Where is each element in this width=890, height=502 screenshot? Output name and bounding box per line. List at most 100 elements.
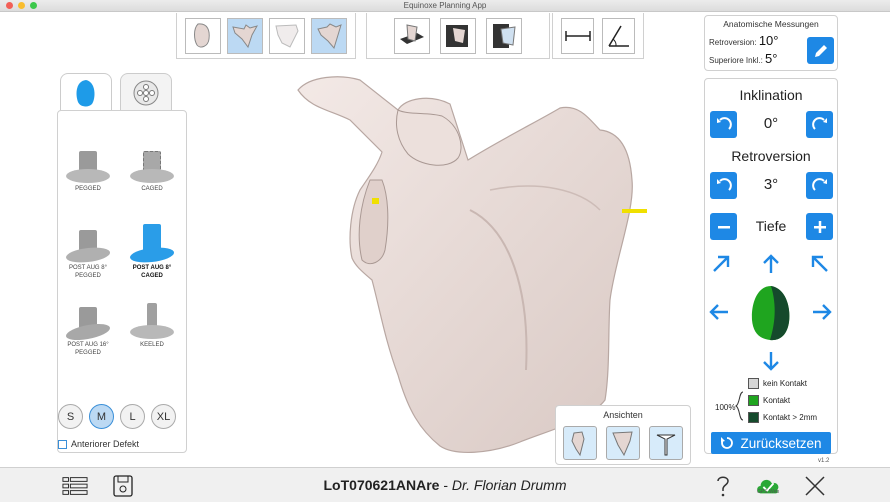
size-xl-button[interactable]: XL [151,404,176,429]
bone-view-1-button[interactable] [185,17,221,54]
legend-percent: 100% [715,403,736,412]
legend-swatch [748,378,759,389]
retroversion-increase-button[interactable] [806,172,833,199]
scapula-anterior-icon [571,431,585,457]
angle-button[interactable] [602,17,635,54]
pencil-icon [814,44,827,57]
retroversion-decrease-button[interactable] [710,172,737,199]
arrow-up-icon [763,254,779,273]
implant-pegged-icon [62,147,114,183]
implant-post-aug-8-caged-icon [126,218,178,265]
surgeon-name: Dr. Florian Drumm [451,477,567,493]
implant-view-button[interactable] [649,426,683,460]
anterior-defect-checkbox[interactable] [58,439,67,449]
legend-brace-icon [735,391,744,421]
retroversion-label: Retroversion [731,148,811,164]
retroversion-measurement-label: Retroversion: [709,38,757,47]
retroversion-value: 3° [763,176,779,193]
implant-label: CAGED [141,273,163,279]
implant-label: POST AUG 8° [132,265,172,271]
arrow-up-left-icon [713,255,730,272]
move-left-button[interactable] [707,300,731,324]
close-icon [805,476,825,496]
retroversion-measurement: Retroversion: 10° [709,33,778,48]
legend-no-contact: kein Kontakt [748,378,807,389]
superiore-measurement-value: 5° [765,51,778,66]
distance-button[interactable] [561,17,594,54]
close-button[interactable] [802,474,828,498]
move-up-right-button[interactable] [808,252,832,276]
legend-label: Kontakt [763,396,791,405]
arrow-left-icon [709,304,728,320]
scapula-lateral-icon [612,431,633,457]
move-up-button[interactable] [759,252,783,276]
reset-button[interactable]: Zurücksetzen [711,432,831,454]
tiefe-label: Tiefe [755,218,787,234]
status-bar: LoT070621ANAre - Dr. Florian Drumm [0,467,890,502]
anterior-view-button[interactable] [563,426,597,460]
edit-measurements-button[interactable] [807,37,834,64]
scapula-body [297,76,633,453]
help-button[interactable] [710,474,736,498]
section-3-icon [493,23,516,48]
implant-post-aug-8-caged[interactable]: POST AUG 8° CAGED [122,218,182,280]
section-2-button[interactable] [440,17,476,54]
title-bar: Equinoxe Planning App [0,0,890,12]
implant-label: CAGED [141,186,163,192]
lateral-view-button[interactable] [606,426,640,460]
implant-post-aug-16-pegged-icon [62,303,114,343]
implant-label: PEGGED [75,273,101,279]
bone-view-1-icon [194,22,210,47]
superiore-measurement: Superiore Inkl.: 5° [709,51,777,66]
size-m-button[interactable]: M [89,404,114,429]
implant-post-aug-8-pegged[interactable]: POST AUG 8° PEGGED [58,226,118,280]
tab-baseplate[interactable] [120,73,172,111]
rotate-cw-icon [811,177,827,191]
move-right-button[interactable] [810,300,834,324]
rotate-ccw-icon [716,116,732,130]
bone-view-2-button[interactable] [227,17,263,54]
size-l-button[interactable]: L [120,404,145,429]
implant-caged[interactable]: CAGED [122,147,182,193]
size-s-button[interactable]: S [58,404,83,429]
arrow-up-right-icon [811,255,828,272]
inklination-decrease-button[interactable] [710,111,737,138]
implant-keeled[interactable]: KEELED [122,303,182,349]
rotate-cw-icon [811,116,827,130]
case-id: LoT070621ANAre [323,477,440,493]
inklination-value: 0° [763,115,779,132]
move-down-button[interactable] [759,349,783,373]
bone-view-2-icon [232,23,259,48]
help-icon [717,476,729,497]
anterior-defect-option[interactable]: Anteriorer Defekt [58,439,139,449]
landmark-marker[interactable] [372,198,379,204]
tab-glenoid[interactable] [60,73,112,111]
version-label: v1.2 [818,458,830,464]
bone-view-3-button[interactable] [269,17,305,54]
bone-view-4-icon [317,22,342,49]
section-1-button[interactable] [394,17,430,54]
implant-label: PEGGED [75,186,101,192]
inklination-increase-button[interactable] [806,111,833,138]
depth-decrease-button[interactable] [710,213,737,240]
reset-icon [721,437,734,449]
bone-view-3-icon [275,23,299,48]
legend-contact: Kontakt [748,395,790,406]
depth-increase-button[interactable] [806,213,833,240]
anterior-defect-label: Anteriorer Defekt [71,439,140,449]
move-up-left-button[interactable] [709,252,733,276]
implant-post-aug-8-pegged-icon [62,226,114,265]
implant-keeled-icon [126,303,178,339]
view-toolbar [176,13,356,59]
landmark-marker[interactable] [622,209,647,213]
minus-icon [717,225,730,228]
rotate-ccw-icon [716,177,732,191]
implant-label: POST AUG 8° [69,265,107,271]
section-3-button[interactable] [486,17,522,54]
implant-post-aug-16-pegged[interactable]: POST AUG 16° PEGGED [58,303,118,357]
bone-view-4-button[interactable] [311,17,347,54]
implant-label: PEGGED [75,350,101,356]
legend-contact-deep: Kontakt > 2mm [748,412,817,423]
glenoid-tab-icon [76,79,95,106]
implant-pegged[interactable]: PEGGED [58,147,118,193]
